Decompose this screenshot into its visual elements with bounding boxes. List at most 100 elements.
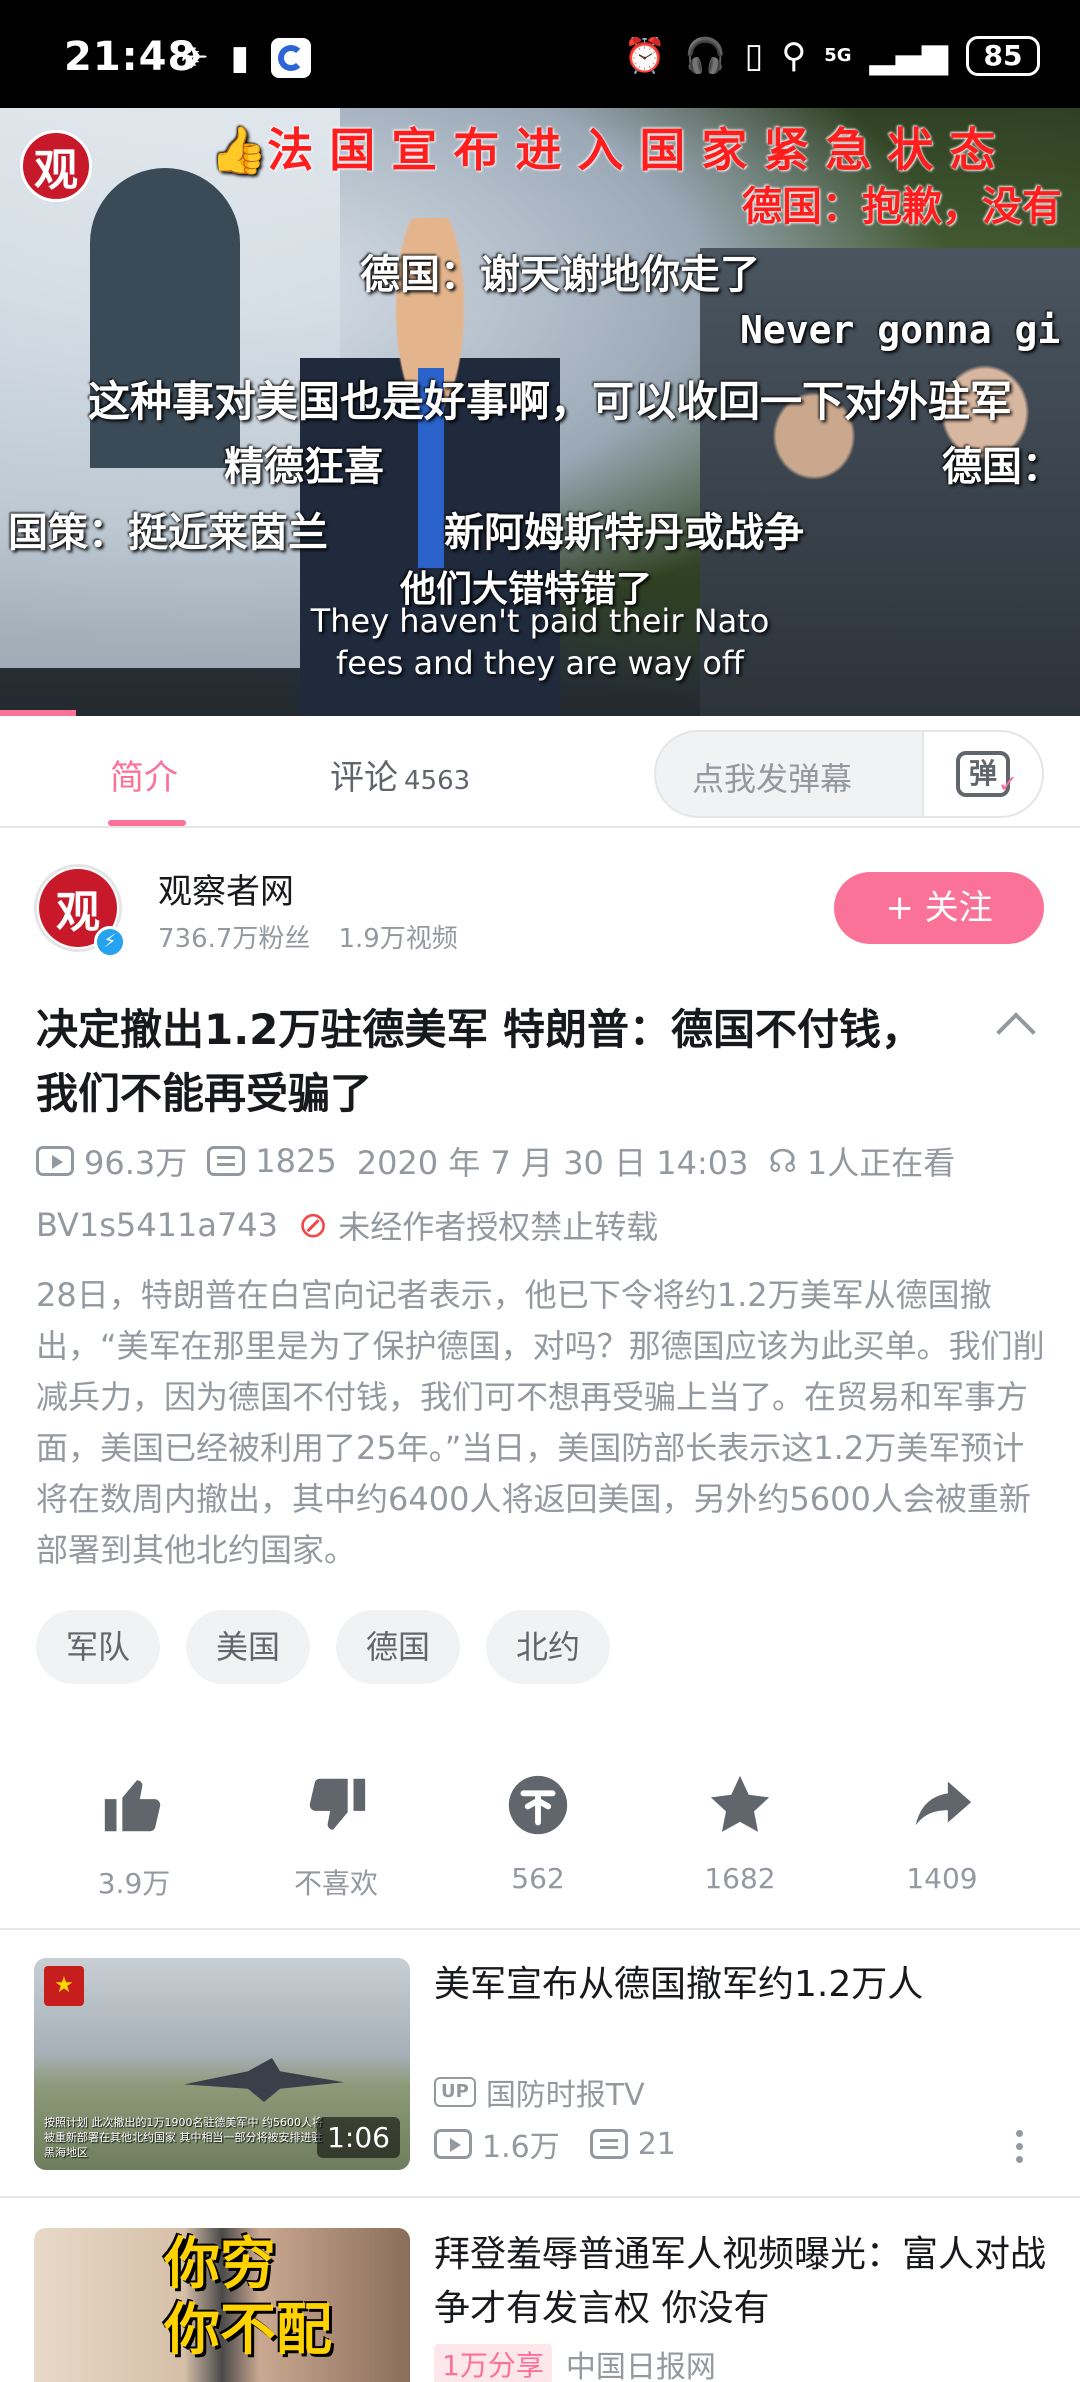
video-id-row: BV1s5411a743 ⊘ 未经作者授权禁止转载: [36, 1202, 678, 1248]
thumbs-up-icon: 👍: [210, 123, 268, 177]
danmaku-item: 这种事对美国也是好事啊，可以收回一下对外驻军: [88, 377, 1013, 426]
recommended-video-title[interactable]: 美军宣布从德国撤军约1.2万人: [434, 1958, 1054, 2012]
network-type: 5G: [824, 45, 852, 66]
battery-indicator: 85: [966, 36, 1040, 76]
vibrate-icon: ▯: [744, 36, 764, 76]
danmaku-input-placeholder: 点我发弹幕: [692, 760, 853, 798]
tab-comments[interactable]: 评论 4563: [330, 750, 470, 799]
share-button[interactable]: 1409: [872, 1770, 1012, 1895]
danmaku-input[interactable]: 点我发弹幕 弹: [654, 730, 1044, 818]
verified-icon: ⚡: [94, 926, 126, 958]
video-thumbnail[interactable]: ★ 按照计划 此次撤出的1万1900名驻德美军中 约5600人将被重新部署在其他…: [34, 1958, 410, 2170]
recommended-video[interactable]: ★ 按照计划 此次撤出的1万1900名驻德美军中 约5600人将被重新部署在其他…: [0, 1958, 1080, 2178]
like-button[interactable]: 3.9万: [64, 1770, 204, 1902]
recommended-video-stats: 1.6万 21: [434, 2122, 676, 2166]
video-count: 1.9万视频: [338, 924, 458, 954]
share-badge: 1万分享: [434, 2344, 552, 2382]
danmaku-item: 德国：抱歉，没有: [742, 184, 1062, 230]
danmaku-item: 精德狂喜: [224, 444, 384, 490]
danmaku-count: 21: [637, 2126, 676, 2162]
tab-bar: 简介 评论 4563 点我发弹幕 弹: [0, 716, 1080, 828]
recommended-video[interactable]: 你穷 你不配 拜登羞辱普通军人视频曝光：富人对战争才有发言权 你没有 1万分享中…: [0, 2228, 1080, 2382]
coin-count: 562: [511, 1862, 565, 1895]
thumbnail-caption: 按照计划 此次撤出的1万1900名驻德美军中 约5600人将被重新部署在其他北约…: [44, 2116, 323, 2159]
thumbnail-text: 你穷 你不配: [164, 2232, 332, 2363]
share-count: 1409: [906, 1862, 978, 1895]
status-bar: 21:48 ✈ ▮ ⏰ 🎧 ▯ ⚲ 5G ▂▄▆ 85: [0, 0, 1080, 108]
recommended-video-uploader[interactable]: 1万分享 中国日报网: [434, 2342, 716, 2382]
favorite-count: 1682: [704, 1862, 776, 1895]
tag-item[interactable]: 美国: [186, 1610, 311, 1684]
danmaku-item: 新阿姆斯特丹或战争: [444, 510, 804, 556]
star-icon: [710, 1775, 770, 1832]
section-divider: [0, 1928, 1080, 1930]
alarm-icon: ⏰: [623, 36, 667, 76]
video-subtitle-line: fees and they are way off: [336, 644, 744, 682]
video-player[interactable]: 观 👍法 国 宣 布 进 入 国 家 紧 急 状 态 德国：抱歉，没有 德国：谢…: [0, 108, 1080, 716]
dislike-label: 不喜欢: [293, 1867, 378, 1900]
follower-count: 736.7万粉丝: [158, 924, 311, 954]
uploader-name: 中国日报网: [565, 2350, 716, 2382]
danmaku-count-icon: [589, 2129, 628, 2159]
up-badge-icon: UP: [434, 2077, 476, 2107]
play-count-icon: [434, 2129, 472, 2159]
danmaku-item: 👍法 国 宣 布 进 入 国 家 紧 急 状 态: [210, 123, 996, 177]
tab-comments-label: 评论: [330, 758, 398, 798]
publish-date: 2020 年 7 月 30 日 14:03: [356, 1144, 749, 1182]
video-subtitle-line: They haven't paid their Nato: [310, 602, 770, 640]
danmaku-count-icon: [207, 1146, 246, 1176]
tab-intro[interactable]: 简介: [110, 750, 178, 799]
location-icon: ⚲: [781, 36, 807, 76]
no-repost-icon: ⊘: [298, 1204, 329, 1246]
uploader-stats: 736.7万粉丝 1.9万视频: [158, 918, 458, 955]
signal-icon: ▂▄▆: [869, 36, 948, 76]
share-icon: [915, 1781, 972, 1826]
channel-badge-icon: ★: [44, 1966, 84, 2006]
video-thumbnail[interactable]: 你穷 你不配: [34, 2228, 410, 2382]
clock: 21:48: [64, 34, 197, 80]
follow-button[interactable]: + 关注: [834, 872, 1044, 944]
danmaku-item: 德国：谢天谢地你走了: [360, 252, 760, 298]
tag-list: 军队 美国 德国 北约: [36, 1610, 611, 1684]
video-title: 决定撤出1.2万驻德美军 特朗普：德国不付钱，我们不能再受骗了: [36, 1005, 924, 1118]
active-tab-indicator: [108, 820, 186, 826]
headphones-icon: 🎧: [684, 36, 727, 76]
recommended-video-uploader[interactable]: UP 国防时报TV: [434, 2070, 645, 2114]
danmaku-icon: 弹: [956, 751, 1018, 803]
uploader-name[interactable]: 观察者网: [158, 864, 294, 913]
danmaku-count: 1825: [255, 1142, 337, 1180]
coin-icon: [508, 1775, 568, 1835]
channel-watermark: 观: [20, 130, 92, 202]
uploader-section: 观 ⚡ 观察者网 736.7万粉丝 1.9万视频 + 关注: [0, 828, 1080, 978]
recommended-video-title[interactable]: 拜登羞辱普通军人视频曝光：富人对战争才有发言权 你没有: [434, 2228, 1054, 2336]
danmaku-toggle-button[interactable]: 弹: [922, 732, 1042, 816]
view-count: 1.6万: [482, 2130, 560, 2165]
tag-item[interactable]: 德国: [336, 1610, 461, 1684]
view-count: 96.3万: [84, 1144, 188, 1182]
watching-count: 1人正在看: [806, 1144, 956, 1182]
more-options-icon[interactable]: [1016, 2130, 1024, 2169]
coin-button[interactable]: 562: [468, 1770, 608, 1895]
watching-icon: ☊: [768, 1142, 797, 1180]
like-count: 3.9万: [97, 1867, 171, 1900]
tag-item[interactable]: 北约: [486, 1610, 611, 1684]
danmaku-item: 德国：: [942, 444, 1062, 490]
video-meta-row: 96.3万 1825 2020 年 7 月 30 日 14:03 ☊ 1人正在看: [36, 1138, 975, 1184]
airplane-icon: ✈: [180, 38, 209, 78]
list-divider: [0, 2196, 1080, 2198]
video-duration: 1:06: [317, 2117, 400, 2158]
danmaku-item: 国策：挺近莱茵兰: [8, 510, 328, 556]
tag-item[interactable]: 军队: [36, 1610, 161, 1684]
favorite-button[interactable]: 1682: [670, 1770, 810, 1895]
dislike-button[interactable]: 不喜欢: [266, 1770, 406, 1902]
thumbs-up-icon: [104, 1780, 161, 1832]
play-count-icon: [36, 1146, 74, 1176]
chevron-up-icon[interactable]: [996, 1012, 1036, 1052]
fighter-jet-image: [184, 2058, 344, 2102]
repost-notice: 未经作者授权禁止转载: [338, 1208, 659, 1246]
bvid[interactable]: BV1s5411a743: [36, 1206, 278, 1244]
thumbs-down-icon: [309, 1778, 366, 1830]
uploader-name: 国防时报TV: [485, 2078, 645, 2113]
comments-count: 4563: [404, 766, 471, 796]
video-description: 28日，特朗普在白宫向记者表示，他已下令将约1.2万美军从德国撤出，“美军在那里…: [36, 1276, 1045, 1569]
